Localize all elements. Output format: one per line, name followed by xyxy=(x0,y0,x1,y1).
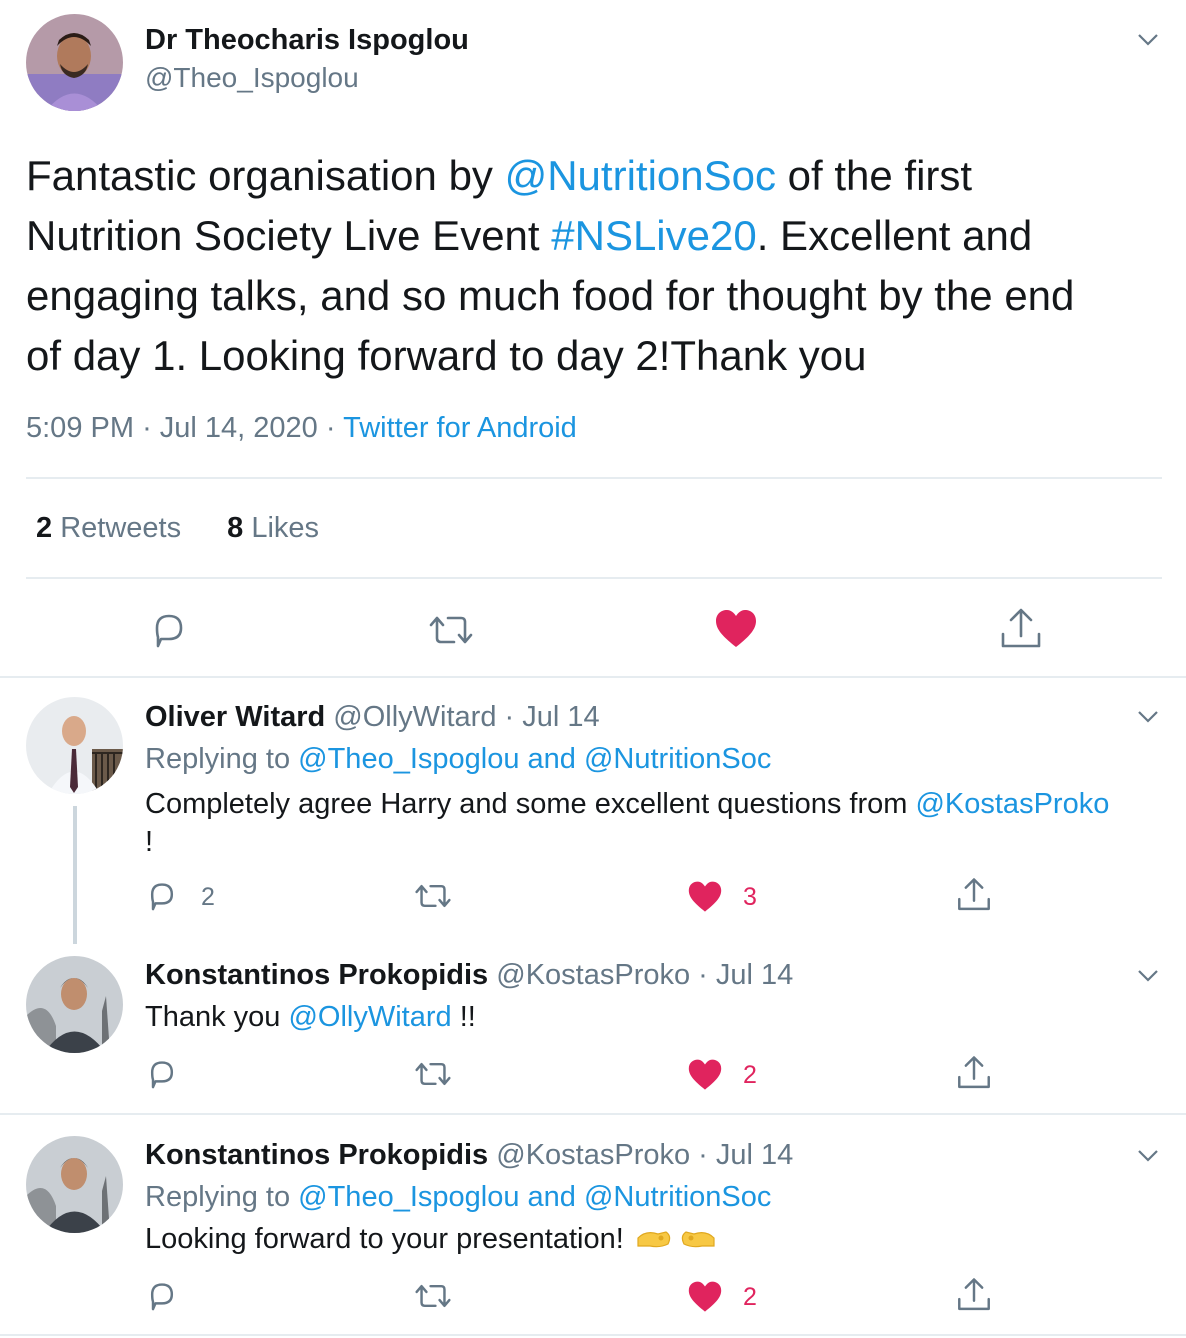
divider xyxy=(0,1334,1186,1336)
share-icon[interactable] xyxy=(956,1054,992,1092)
reply-text: Looking forward to your presentation! xyxy=(145,1223,716,1256)
likes-label: Likes xyxy=(251,512,320,544)
chevron-down-icon[interactable] xyxy=(1137,705,1159,727)
text-segment: Fantastic organisation by xyxy=(26,152,505,199)
tweet-meta: 5:09 PM · Jul 14, 2020 · Twitter for And… xyxy=(26,412,577,445)
reply-header: Konstantinos Prokopidis @KostasProko · J… xyxy=(145,959,793,992)
flexed-biceps-emoji xyxy=(637,1231,715,1248)
reply-handle[interactable]: @OllyWitard xyxy=(333,701,496,733)
likes-stat[interactable]: 8 Likes xyxy=(227,512,319,544)
chevron-down-icon[interactable] xyxy=(1137,28,1159,50)
author-name[interactable]: Dr Theocharis Ispoglou xyxy=(145,24,469,57)
heart-icon-liked[interactable] xyxy=(687,1058,723,1092)
mention-link[interactable]: @KostasProko xyxy=(915,788,1109,820)
replying-prefix: Replying to xyxy=(145,1181,291,1213)
reply-header: Konstantinos Prokopidis @KostasProko · J… xyxy=(145,1139,793,1172)
mention-link[interactable]: @OllyWitard xyxy=(288,1001,451,1033)
text-segment: Thank you xyxy=(145,1001,289,1033)
text-segment: Completely agree Harry and some excellen… xyxy=(145,788,916,820)
reply-icon[interactable] xyxy=(144,1278,180,1314)
chevron-down-icon[interactable] xyxy=(1137,1144,1159,1166)
likes-count: 8 xyxy=(227,512,244,544)
replying-and: and xyxy=(527,1181,576,1213)
reply-handle[interactable]: @KostasProko xyxy=(496,1139,690,1171)
text-segment: Looking forward to your presentation! xyxy=(145,1223,624,1255)
text-segment: ! xyxy=(145,826,154,858)
meta-separator: · xyxy=(698,959,708,991)
meta-separator: · xyxy=(504,701,515,733)
retweet-icon[interactable] xyxy=(413,1278,453,1314)
divider xyxy=(0,676,1186,678)
text-segment: engaging talks, and so much food for tho… xyxy=(26,272,1075,319)
text-segment: . Excellent and xyxy=(756,212,1033,259)
heart-icon-liked[interactable] xyxy=(687,880,723,914)
mention-link[interactable]: @NutritionSoc xyxy=(584,743,771,775)
retweets-count: 2 xyxy=(36,512,53,544)
heart-icon-liked[interactable] xyxy=(687,1280,723,1314)
retweet-icon[interactable] xyxy=(413,878,453,914)
retweet-icon[interactable] xyxy=(427,608,475,652)
meta-separator: · xyxy=(142,412,152,444)
replying-and: and xyxy=(527,743,576,775)
share-icon[interactable] xyxy=(956,876,992,914)
reply-author-name[interactable]: Konstantinos Prokopidis xyxy=(145,1139,488,1171)
mention-link[interactable]: @Theo_Ispoglou xyxy=(298,1181,519,1213)
reply-avatar[interactable] xyxy=(26,1136,123,1233)
tweet-time[interactable]: 5:09 PM xyxy=(26,412,134,444)
tweet-text: Fantastic organisation by @NutritionSoc … xyxy=(26,146,1176,386)
reply-count: 2 xyxy=(201,883,215,911)
text-segment: of day 1. Looking forward to day 2!Thank… xyxy=(26,332,867,379)
hashtag-link[interactable]: #NSLive20 xyxy=(551,212,756,259)
reply-author-name[interactable]: Konstantinos Prokopidis xyxy=(145,959,488,991)
reply-date[interactable]: Jul 14 xyxy=(522,701,599,733)
divider xyxy=(26,477,1162,479)
reply-text: Thank you @OllyWitard !! xyxy=(145,1001,476,1034)
replying-to: Replying to @Theo_Ispoglou and @Nutritio… xyxy=(145,1181,771,1214)
replying-prefix: Replying to xyxy=(145,743,291,775)
meta-separator: · xyxy=(698,1139,708,1171)
text-segment: Nutrition Society Live Event xyxy=(26,212,552,259)
reply-icon[interactable] xyxy=(144,878,180,914)
reply-date[interactable]: Jul 14 xyxy=(716,1139,793,1171)
mention-link[interactable]: @NutritionSoc xyxy=(505,152,776,199)
like-count: 2 xyxy=(743,1283,757,1311)
reply-author-name[interactable]: Oliver Witard xyxy=(145,701,325,733)
tweet-source-link[interactable]: Twitter for Android xyxy=(343,412,577,444)
tweet-stats: 2 Retweets 8 Likes xyxy=(36,512,319,545)
chevron-down-icon[interactable] xyxy=(1137,964,1159,986)
text-segment: of the first xyxy=(776,152,973,199)
share-icon[interactable] xyxy=(999,606,1043,652)
reply-date[interactable]: Jul 14 xyxy=(716,959,793,991)
tweet-date[interactable]: Jul 14, 2020 xyxy=(160,412,318,444)
reply-handle[interactable]: @KostasProko xyxy=(496,959,690,991)
author-avatar[interactable] xyxy=(26,14,123,111)
like-count: 2 xyxy=(743,1061,757,1089)
heart-icon-liked[interactable] xyxy=(714,608,758,650)
divider xyxy=(0,1113,1186,1115)
mention-link[interactable]: @NutritionSoc xyxy=(584,1181,771,1213)
mention-link[interactable]: @Theo_Ispoglou xyxy=(298,743,519,775)
replying-to: Replying to @Theo_Ispoglou and @Nutritio… xyxy=(145,743,771,776)
reply-icon[interactable] xyxy=(144,1056,180,1092)
retweet-icon[interactable] xyxy=(413,1056,453,1092)
author-handle[interactable]: @Theo_Ispoglou xyxy=(145,62,359,94)
text-segment: !! xyxy=(451,1001,476,1033)
reply-avatar[interactable] xyxy=(26,956,123,1053)
like-count: 3 xyxy=(743,883,757,911)
thread-connector xyxy=(73,806,77,944)
reply-text: Completely agree Harry and some excellen… xyxy=(145,785,1175,861)
retweets-label: Retweets xyxy=(60,512,182,544)
divider xyxy=(26,577,1162,579)
meta-separator: · xyxy=(325,412,336,444)
reply-icon[interactable] xyxy=(147,608,191,652)
reply-avatar[interactable] xyxy=(26,697,123,794)
share-icon[interactable] xyxy=(956,1276,992,1314)
reply-header: Oliver Witard @OllyWitard · Jul 14 xyxy=(145,701,600,734)
retweets-stat[interactable]: 2 Retweets xyxy=(36,512,181,544)
